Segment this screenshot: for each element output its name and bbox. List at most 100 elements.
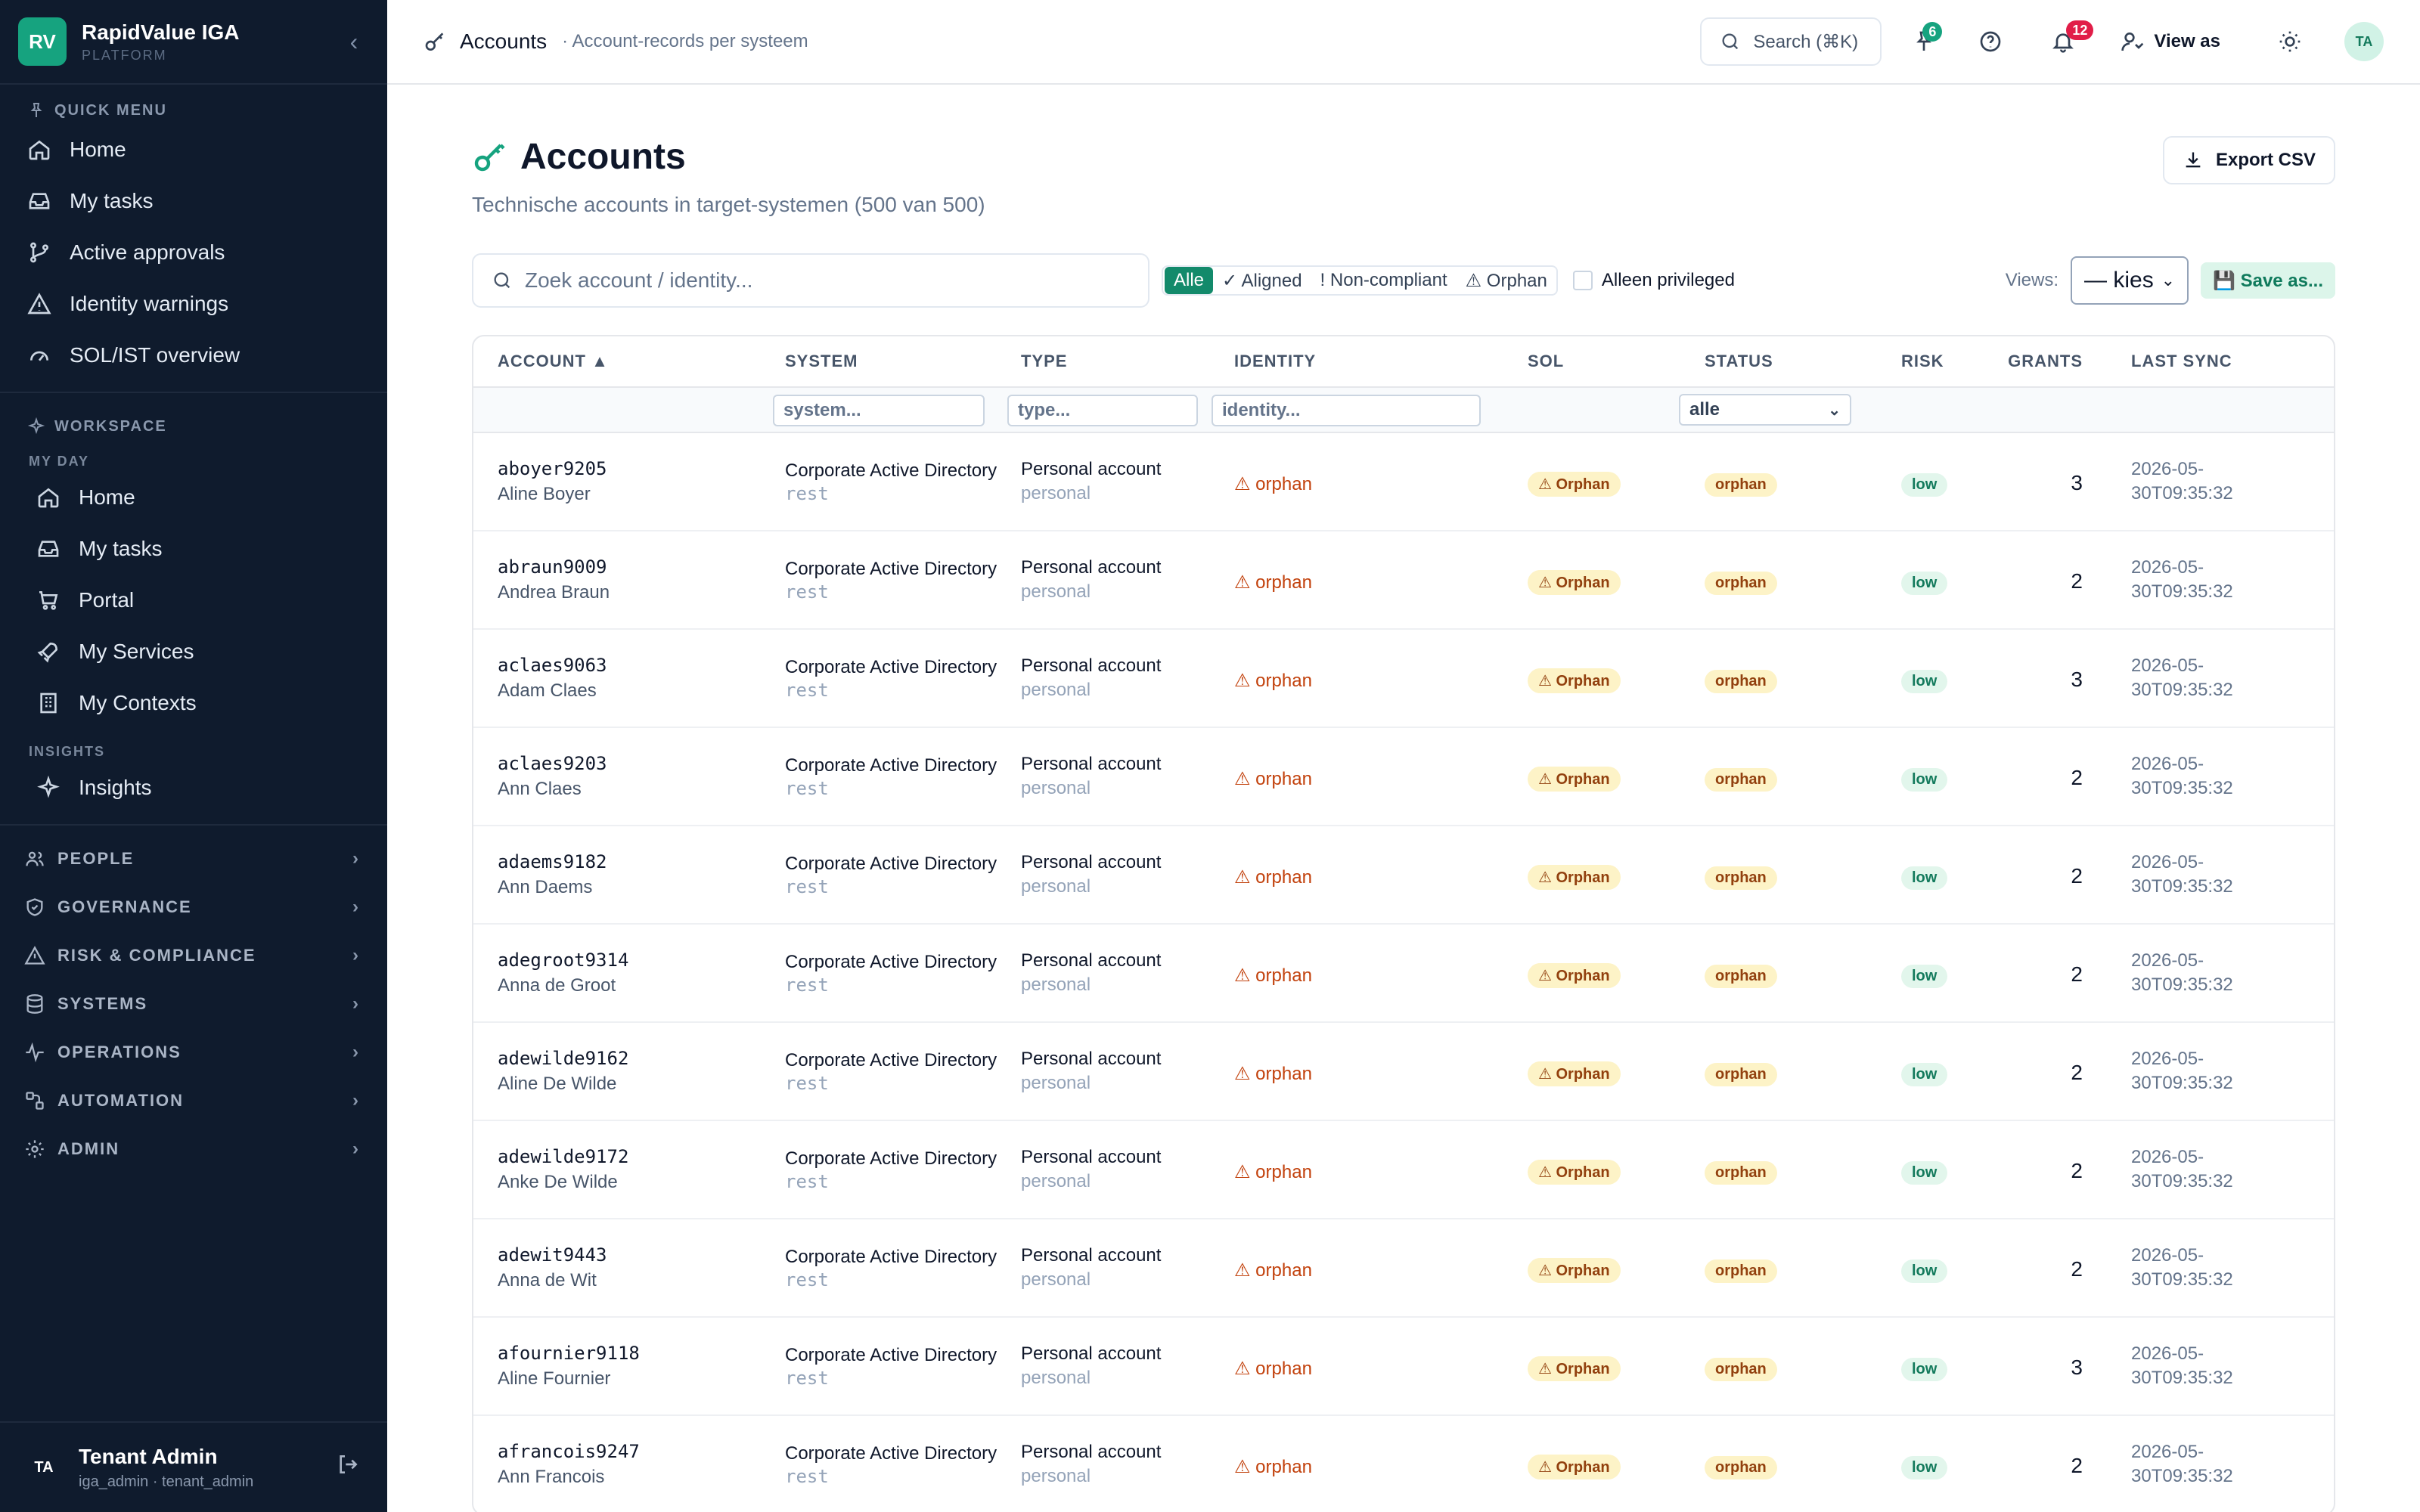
identity-link[interactable]: ⚠ orphan [1234, 1162, 1312, 1182]
pinned-button[interactable]: 6 [1900, 17, 1948, 66]
collapse-sidebar-icon[interactable]: ‹ [339, 28, 369, 56]
account-id[interactable]: adewilde9172 [498, 1146, 785, 1167]
status-badge: orphan [1705, 1357, 1777, 1381]
account-type-kind: personal [1021, 876, 1091, 897]
group-systems[interactable]: SYSTEMS › [0, 980, 387, 1028]
chevron-right-icon: › [352, 993, 360, 1014]
account-search-input[interactable] [525, 268, 1130, 293]
col-status[interactable]: STATUS [1705, 352, 1901, 371]
identity-link[interactable]: ⚠ orphan [1234, 1260, 1312, 1281]
quick-home[interactable]: Home [0, 124, 387, 175]
global-search-button[interactable]: Search (⌘K) [1700, 17, 1882, 66]
privileged-only-checkbox[interactable]: Alleen privileged [1572, 270, 1735, 291]
type-filter-input[interactable] [1007, 394, 1198, 426]
identity-link[interactable]: ⚠ orphan [1234, 867, 1312, 888]
logout-icon [340, 1455, 358, 1473]
table-row[interactable]: afrancois9247 Ann Francois Corporate Activ… [473, 1416, 2334, 1512]
accounts-table: ACCOUNT ▲ SYSTEM TYPE IDENTITY SOL STATU… [472, 335, 2335, 1512]
col-last-sync[interactable]: LAST SYNC [2083, 352, 2294, 371]
workspace-portal[interactable]: Portal [0, 575, 387, 626]
table-row[interactable]: aclaes9203 Ann Claes Corporate Active Dire… [473, 728, 2334, 826]
quick-active-approvals[interactable]: Active approvals [0, 227, 387, 278]
identity-link[interactable]: ⚠ orphan [1234, 671, 1312, 691]
account-id[interactable]: aboyer9205 [498, 458, 785, 479]
theme-toggle-button[interactable] [2266, 17, 2314, 66]
account-owner-name: Ann Francois [498, 1467, 605, 1487]
user-avatar-top[interactable]: TA [2344, 22, 2384, 61]
chevron-right-icon: › [352, 897, 360, 917]
logout-button[interactable] [336, 1452, 360, 1483]
risk-badge: low [1901, 767, 1948, 792]
table-row[interactable]: afournier9118 Aline Fournier Corporate Act… [473, 1318, 2334, 1416]
group-admin[interactable]: ADMIN › [0, 1125, 387, 1173]
identity-filter-input[interactable] [1212, 394, 1481, 426]
help-button[interactable] [1966, 17, 2015, 66]
segment-aligned[interactable]: ✓ Aligned [1213, 267, 1311, 294]
identity-link[interactable]: ⚠ orphan [1234, 1359, 1312, 1379]
table-row[interactable]: adewilde9172 Anke De Wilde Corporate Activ… [473, 1121, 2334, 1219]
identity-link[interactable]: ⚠ orphan [1234, 1457, 1312, 1477]
group-people[interactable]: PEOPLE › [0, 835, 387, 883]
account-id[interactable]: adewit9443 [498, 1244, 785, 1266]
account-id[interactable]: afrancois9247 [498, 1441, 785, 1462]
group-automation[interactable]: AUTOMATION › [0, 1077, 387, 1125]
view-as-button[interactable]: View as [2121, 29, 2220, 54]
notifications-button[interactable]: 12 [2039, 17, 2094, 66]
col-type[interactable]: TYPE [1021, 352, 1234, 371]
column-filter-row: alle⌄ [473, 388, 2334, 433]
workspace-home[interactable]: Home [0, 472, 387, 523]
workspace-my-contexts[interactable]: My Contexts [0, 677, 387, 729]
col-account[interactable]: ACCOUNT ▲ [473, 352, 785, 371]
group-risk-compliance[interactable]: RISK & COMPLIANCE › [0, 931, 387, 980]
account-id[interactable]: adegroot9314 [498, 950, 785, 971]
account-id[interactable]: aclaes9203 [498, 753, 785, 774]
account-id[interactable]: afournier9118 [498, 1343, 785, 1364]
workspace-my-services[interactable]: My Services [0, 626, 387, 677]
system-connector: rest [785, 974, 829, 996]
status-filter-select[interactable]: alle ⌄ [1679, 394, 1851, 426]
account-id[interactable]: abraun9009 [498, 556, 785, 578]
group-operations[interactable]: OPERATIONS › [0, 1028, 387, 1077]
col-system[interactable]: SYSTEM [785, 352, 1021, 371]
col-grants[interactable]: GRANTS [1998, 352, 2083, 371]
quick-identity-warnings[interactable]: Identity warnings [0, 278, 387, 330]
account-id[interactable]: adewilde9162 [498, 1048, 785, 1069]
my-day-label: MY DAY [29, 453, 90, 469]
sol-badge: ⚠ Orphan [1528, 1257, 1621, 1283]
system-name: Corporate Active Directory [785, 657, 997, 677]
col-sol[interactable]: SOL [1528, 352, 1705, 371]
views-select[interactable]: — kies — ⌄ [2071, 256, 2189, 305]
identity-link[interactable]: ⚠ orphan [1234, 572, 1312, 593]
workspace-my-tasks[interactable]: My tasks [0, 523, 387, 575]
quick-my-tasks[interactable]: My tasks [0, 175, 387, 227]
quick-sol-ist-overview[interactable]: SOL/IST overview [0, 330, 387, 381]
table-row[interactable]: adegroot9314 Anna de Groot Corporate Activ… [473, 925, 2334, 1023]
identity-link[interactable]: ⚠ orphan [1234, 474, 1312, 494]
account-type-kind: personal [1021, 974, 1091, 995]
grants-count: 2 [2071, 1256, 2083, 1281]
grants-count: 3 [2071, 470, 2083, 494]
table-row[interactable]: aboyer9205 Aline Boyer Corporate Active Di… [473, 433, 2334, 531]
account-search-field[interactable] [472, 253, 1150, 308]
identity-link[interactable]: ⚠ orphan [1234, 965, 1312, 986]
segment-orphan[interactable]: ⚠ Orphan [1457, 267, 1556, 294]
group-governance[interactable]: GOVERNANCE › [0, 883, 387, 931]
col-risk[interactable]: RISK [1901, 352, 1998, 371]
segment-non-compliant[interactable]: ! Non-compliant [1311, 267, 1457, 294]
segment-all[interactable]: Alle [1165, 267, 1214, 294]
system-filter-input[interactable] [773, 394, 985, 426]
checkbox[interactable] [1572, 271, 1593, 290]
table-row[interactable]: adaems9182 Ann Daems Corporate Active Dire… [473, 826, 2334, 925]
table-row[interactable]: adewilde9162 Aline De Wilde Corporate Acti… [473, 1023, 2334, 1121]
identity-link[interactable]: ⚠ orphan [1234, 1064, 1312, 1084]
table-row[interactable]: abraun9009 Andrea Braun Corporate Active D… [473, 531, 2334, 630]
account-id[interactable]: aclaes9063 [498, 655, 785, 676]
table-row[interactable]: aclaes9063 Adam Claes Corporate Active Dir… [473, 630, 2334, 728]
workspace-insights[interactable]: Insights [0, 762, 387, 813]
col-identity[interactable]: IDENTITY [1234, 352, 1528, 371]
export-csv-button[interactable]: Export CSV [2162, 136, 2335, 184]
identity-link[interactable]: ⚠ orphan [1234, 769, 1312, 789]
save-view-button[interactable]: 💾 Save as... [2201, 262, 2335, 299]
account-id[interactable]: adaems9182 [498, 851, 785, 872]
table-row[interactable]: adewit9443 Anna de Wit Corporate Active Di… [473, 1219, 2334, 1318]
